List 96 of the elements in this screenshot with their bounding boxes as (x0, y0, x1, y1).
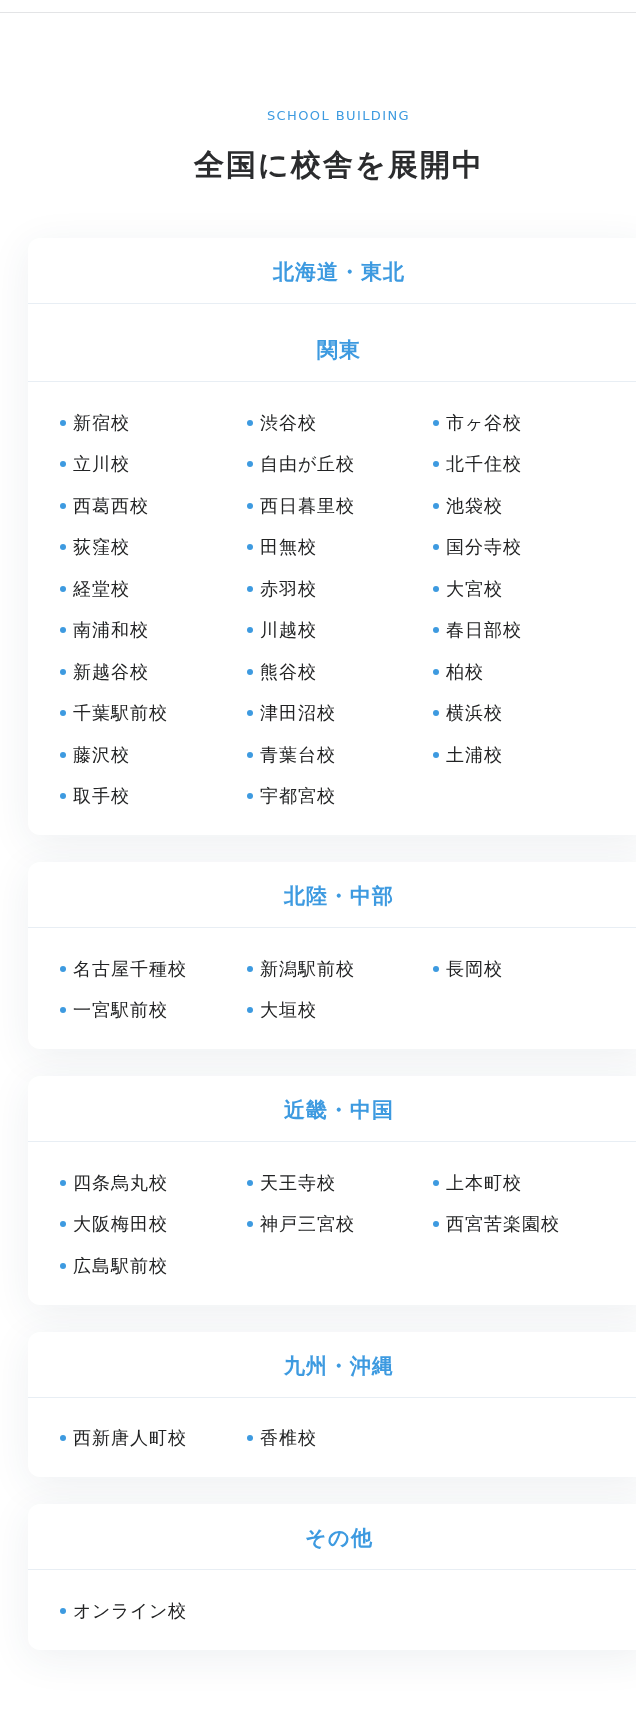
region-heading: その他 (304, 1525, 373, 1552)
bullet-icon (433, 544, 439, 551)
school-link[interactable]: 四条烏丸校 (73, 1169, 168, 1196)
school-link[interactable]: 土浦校 (446, 741, 503, 768)
bullet-icon (60, 461, 66, 468)
bullet-icon (433, 1221, 439, 1228)
school-link[interactable]: 市ヶ谷校 (446, 409, 522, 436)
school-link[interactable]: 名古屋千種校 (73, 955, 187, 982)
school-link[interactable]: 荻窪校 (73, 534, 130, 561)
bullet-icon (433, 461, 439, 468)
school-link[interactable]: 西葛西校 (73, 492, 149, 519)
bullet-icon (60, 502, 66, 509)
bullet-icon (246, 502, 253, 509)
bullet-icon (60, 1221, 66, 1228)
school-link[interactable]: 香椎校 (259, 1425, 317, 1452)
bullet-icon (246, 710, 253, 717)
school-link[interactable]: 新越谷校 (73, 658, 149, 685)
bullet-icon (246, 965, 253, 972)
region-heading: 近畿・中国 (283, 1097, 394, 1124)
school-link[interactable]: 藤沢校 (73, 741, 130, 768)
bullet-icon (433, 502, 439, 509)
school-link[interactable]: 渋谷校 (259, 409, 317, 436)
school-link[interactable]: 宇都宮校 (259, 783, 336, 810)
school-link[interactable]: 西新唐人町校 (73, 1425, 187, 1452)
bullet-icon (60, 544, 66, 551)
bullet-icon (246, 1007, 253, 1014)
bullet-icon (246, 419, 253, 426)
bullet-icon (433, 419, 439, 426)
school-link[interactable]: 大垣校 (259, 997, 317, 1024)
bullet-icon (246, 793, 253, 800)
school-link[interactable]: 天王寺校 (259, 1169, 336, 1196)
school-link[interactable]: 西日暮里校 (259, 492, 355, 519)
bullet-icon (60, 1435, 66, 1442)
school-link[interactable]: 神戸三宮校 (259, 1211, 355, 1238)
bullet-icon (433, 585, 439, 592)
region-heading: 関東 (316, 337, 361, 364)
school-link[interactable]: 田無校 (259, 534, 317, 561)
school-link[interactable]: 大阪梅田校 (73, 1211, 168, 1238)
bullet-icon (433, 751, 439, 758)
school-link[interactable]: 大宮校 (446, 575, 503, 602)
school-link[interactable]: 上本町校 (446, 1169, 522, 1196)
bullet-icon (60, 668, 66, 675)
section-title: 全国に校舎を展開中 (193, 146, 484, 184)
bullet-icon (246, 461, 253, 468)
school-link[interactable]: 春日部校 (446, 617, 522, 644)
school-link[interactable]: 新宿校 (73, 409, 130, 436)
bullet-icon (60, 1607, 66, 1614)
school-link[interactable]: 自由が丘校 (259, 451, 355, 478)
school-link[interactable]: 川越校 (259, 617, 317, 644)
school-link[interactable]: 柏校 (446, 658, 484, 685)
region-heading: 北陸・中部 (283, 883, 394, 910)
school-link[interactable]: 西宮苦楽園校 (446, 1211, 560, 1238)
school-link[interactable]: 赤羽校 (259, 575, 317, 602)
school-link[interactable]: 北千住校 (446, 451, 522, 478)
bullet-icon (433, 1179, 439, 1186)
bullet-icon (246, 1221, 253, 1228)
bullet-icon (60, 1262, 66, 1269)
bullet-icon (60, 419, 66, 426)
school-link[interactable]: 国分寺校 (446, 534, 522, 561)
school-link[interactable]: 長岡校 (446, 955, 503, 982)
school-link[interactable]: 取手校 (73, 783, 130, 810)
bullet-icon (246, 627, 253, 634)
school-link[interactable]: 池袋校 (446, 492, 503, 519)
bullet-icon (60, 1179, 66, 1186)
bullet-icon (246, 751, 253, 758)
bullet-icon (433, 668, 439, 675)
bullet-icon (60, 965, 66, 972)
school-link[interactable]: 立川校 (73, 451, 130, 478)
bullet-icon (60, 627, 66, 634)
school-link[interactable]: 南浦和校 (73, 617, 149, 644)
bullet-icon (60, 751, 66, 758)
bullet-icon (60, 1007, 66, 1014)
bullet-icon (433, 627, 439, 634)
school-link[interactable]: 一宮駅前校 (73, 997, 168, 1024)
region-heading: 九州・沖縄 (283, 1352, 394, 1380)
school-link[interactable]: 千葉駅前校 (73, 700, 168, 727)
school-link[interactable]: 熊谷校 (259, 658, 317, 685)
school-link[interactable]: オンライン校 (73, 1597, 187, 1624)
school-link[interactable]: 青葉台校 (259, 741, 336, 768)
bullet-icon (246, 544, 253, 551)
bullet-icon (433, 710, 439, 717)
section-eyebrow: SCHOOL BUILDING (266, 107, 411, 125)
school-link[interactable]: 新潟駅前校 (259, 955, 355, 982)
bullet-icon (246, 585, 253, 592)
bullet-icon (60, 585, 66, 592)
school-link[interactable]: 津田沼校 (259, 700, 336, 727)
bullet-icon (246, 1179, 253, 1186)
bullet-icon (246, 668, 253, 675)
bullet-icon (246, 1435, 253, 1442)
region-heading: 北海道・東北 (272, 259, 405, 286)
bullet-icon (60, 710, 66, 717)
school-link[interactable]: 経堂校 (73, 575, 130, 602)
bullet-icon (60, 793, 66, 800)
bullet-icon (433, 965, 439, 972)
school-link[interactable]: 広島駅前校 (73, 1252, 168, 1279)
school-link[interactable]: 横浜校 (446, 700, 503, 727)
